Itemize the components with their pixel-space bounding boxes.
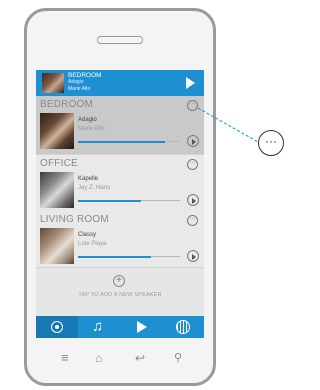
callout-line bbox=[197, 107, 259, 143]
callout-connector bbox=[197, 107, 259, 143]
more-options-callout-icon: ··· bbox=[258, 130, 284, 156]
